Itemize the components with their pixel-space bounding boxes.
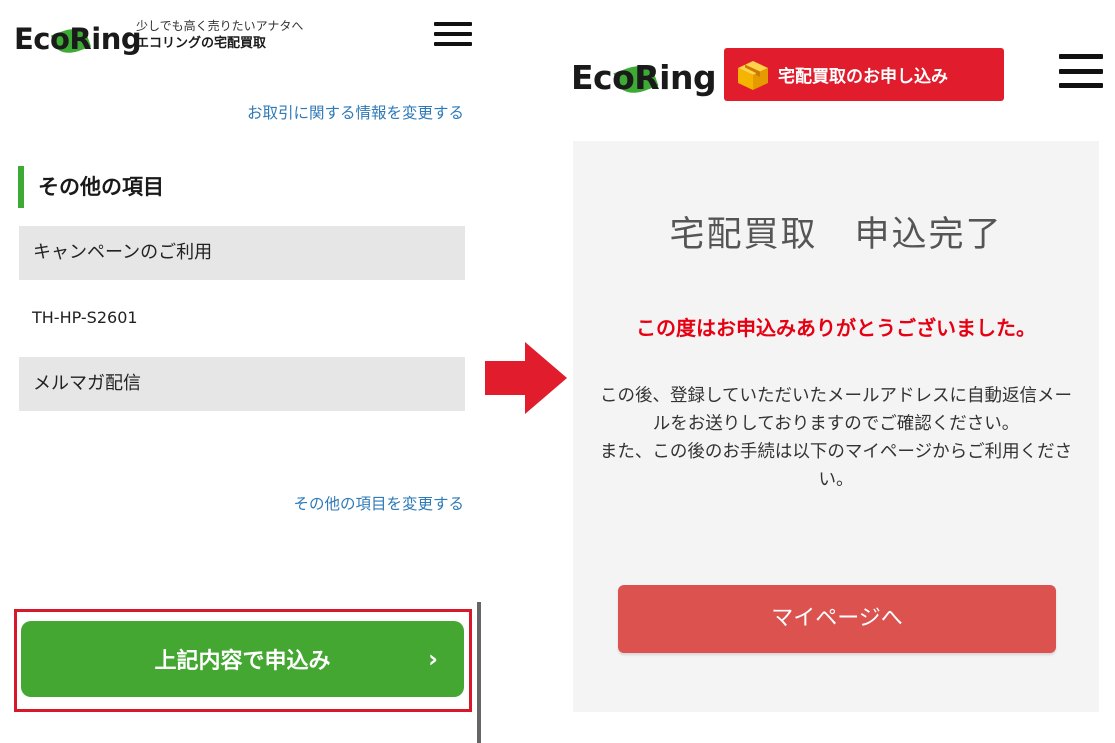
hamburger-bar xyxy=(434,32,472,36)
hamburger-bar xyxy=(1059,68,1103,74)
logo-text: EcoRing xyxy=(571,58,717,97)
submit-button-label: 上記内容で申込み xyxy=(154,649,331,674)
header-tagline: 少しでも高く売りたいアナタへ エコリングの宅配買取 xyxy=(136,18,376,54)
message-paragraph: また、この後のお手続は以下のマイページからご利用ください。 xyxy=(599,442,1073,490)
thanks-message: この度はお申込みありがとうございました。 xyxy=(636,316,1036,340)
change-other-items-link[interactable]: その他の項目を変更する xyxy=(293,492,464,514)
ecoring-logo[interactable]: EcoRing xyxy=(571,58,717,102)
section-heading-other-items: その他の項目 xyxy=(18,166,318,208)
chevron-right-icon: › xyxy=(428,645,438,673)
cardboard-box-icon xyxy=(738,60,768,90)
scrollbar[interactable] xyxy=(477,602,481,743)
hamburger-bar xyxy=(434,42,472,46)
mypage-button[interactable]: マイページへ xyxy=(618,585,1056,653)
campaign-label: キャンペーンのご利用 xyxy=(19,226,465,280)
newsletter-label: メルマガ配信 xyxy=(19,357,465,411)
hamburger-bar xyxy=(1059,54,1103,59)
tagline-line1: 少しでも高く売りたいアナタへ xyxy=(136,19,304,33)
change-trade-info-link[interactable]: お取引に関する情報を変更する xyxy=(247,101,464,123)
submit-application-button[interactable]: 上記内容で申込み › xyxy=(21,621,464,697)
logo-text: EcoRing xyxy=(14,22,142,56)
hamburger-menu-button[interactable] xyxy=(434,22,472,46)
hamburger-bar xyxy=(1059,83,1103,88)
tagline-line2: エコリングの宅配買取 xyxy=(136,36,267,51)
hamburger-bar xyxy=(434,22,472,26)
message-paragraph: この後、登録していただいたメールアドレスに自動返信メールをお送りしておりますので… xyxy=(600,386,1072,434)
completion-message: この後、登録していただいたメールアドレスに自動返信メールをお送りしておりますので… xyxy=(595,382,1077,494)
completion-card: 宅配買取 申込完了 この度はお申込みありがとうございました。 この後、登録してい… xyxy=(573,141,1099,712)
right-arrow-icon xyxy=(485,342,567,414)
campaign-code-value: TH-HP-S2601 xyxy=(32,308,138,327)
apply-banner-label: 宅配買取のお申し込み xyxy=(778,67,948,87)
apply-pickup-button[interactable]: 宅配買取のお申し込み xyxy=(724,48,1004,101)
left-screen: EcoRing 少しでも高く売りたいアナタへ エコリングの宅配買取 お取引に関す… xyxy=(0,0,482,743)
completion-title: 宅配買取 申込完了 xyxy=(669,215,1003,255)
ecoring-logo[interactable]: EcoRing xyxy=(14,22,142,62)
hamburger-menu-button[interactable] xyxy=(1059,54,1103,88)
